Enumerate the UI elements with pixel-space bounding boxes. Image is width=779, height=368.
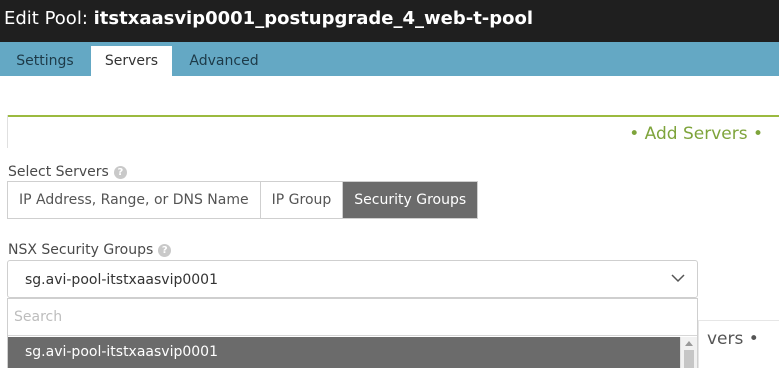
dropdown-option[interactable]: sg.avi-pool-itstxaasvip0001 (8, 337, 680, 368)
dropdown-search-input[interactable] (8, 299, 697, 336)
behind-card-text: vers • (707, 329, 759, 349)
modal-title-bar: Edit Pool: itstxaasvip0001_postupgrade_4… (0, 0, 779, 42)
tab-advanced[interactable]: Advanced (176, 46, 272, 76)
nsx-security-groups-label-text: NSX Security Groups (8, 242, 154, 258)
tab-settings[interactable]: Settings (0, 46, 90, 76)
scroll-thumb[interactable] (684, 350, 694, 368)
pool-name: itstxaasvip0001_postupgrade_4_web-t-pool (93, 8, 534, 29)
select-servers-label: Select Servers? (8, 164, 127, 180)
dropdown-selected-value: sg.avi-pool-itstxaasvip0001 (25, 272, 218, 288)
nsx-security-groups-dropdown[interactable]: sg.avi-pool-itstxaasvip0001 (7, 260, 698, 298)
question-circle-icon[interactable]: ? (158, 244, 172, 257)
server-source-selector: IP Address, Range, or DNS Name IP Group … (7, 181, 479, 219)
section-left-border (7, 115, 8, 148)
section-divider (8, 115, 779, 117)
select-servers-label-text: Select Servers (8, 164, 109, 180)
security-groups-option[interactable]: Security Groups (343, 182, 478, 218)
title-prefix: Edit Pool: (4, 8, 94, 29)
ip-address-range-dns-option[interactable]: IP Address, Range, or DNS Name (8, 182, 261, 218)
tab-servers[interactable]: Servers (91, 46, 172, 76)
add-servers-button[interactable]: • Add Servers • (629, 124, 763, 144)
dropdown-scrollbar[interactable] (680, 337, 697, 368)
tab-bar: Settings Servers Advanced (0, 42, 779, 76)
scroll-up-arrow-icon[interactable] (685, 341, 693, 346)
ip-group-option[interactable]: IP Group (261, 182, 344, 218)
chevron-down-icon (671, 274, 685, 283)
question-circle-icon[interactable]: ? (113, 166, 127, 179)
nsx-security-groups-label: NSX Security Groups? (8, 242, 172, 258)
add-servers-behind-card: vers • (698, 320, 779, 368)
dropdown-panel: sg.avi-pool-itstxaasvip0001 (7, 298, 698, 368)
